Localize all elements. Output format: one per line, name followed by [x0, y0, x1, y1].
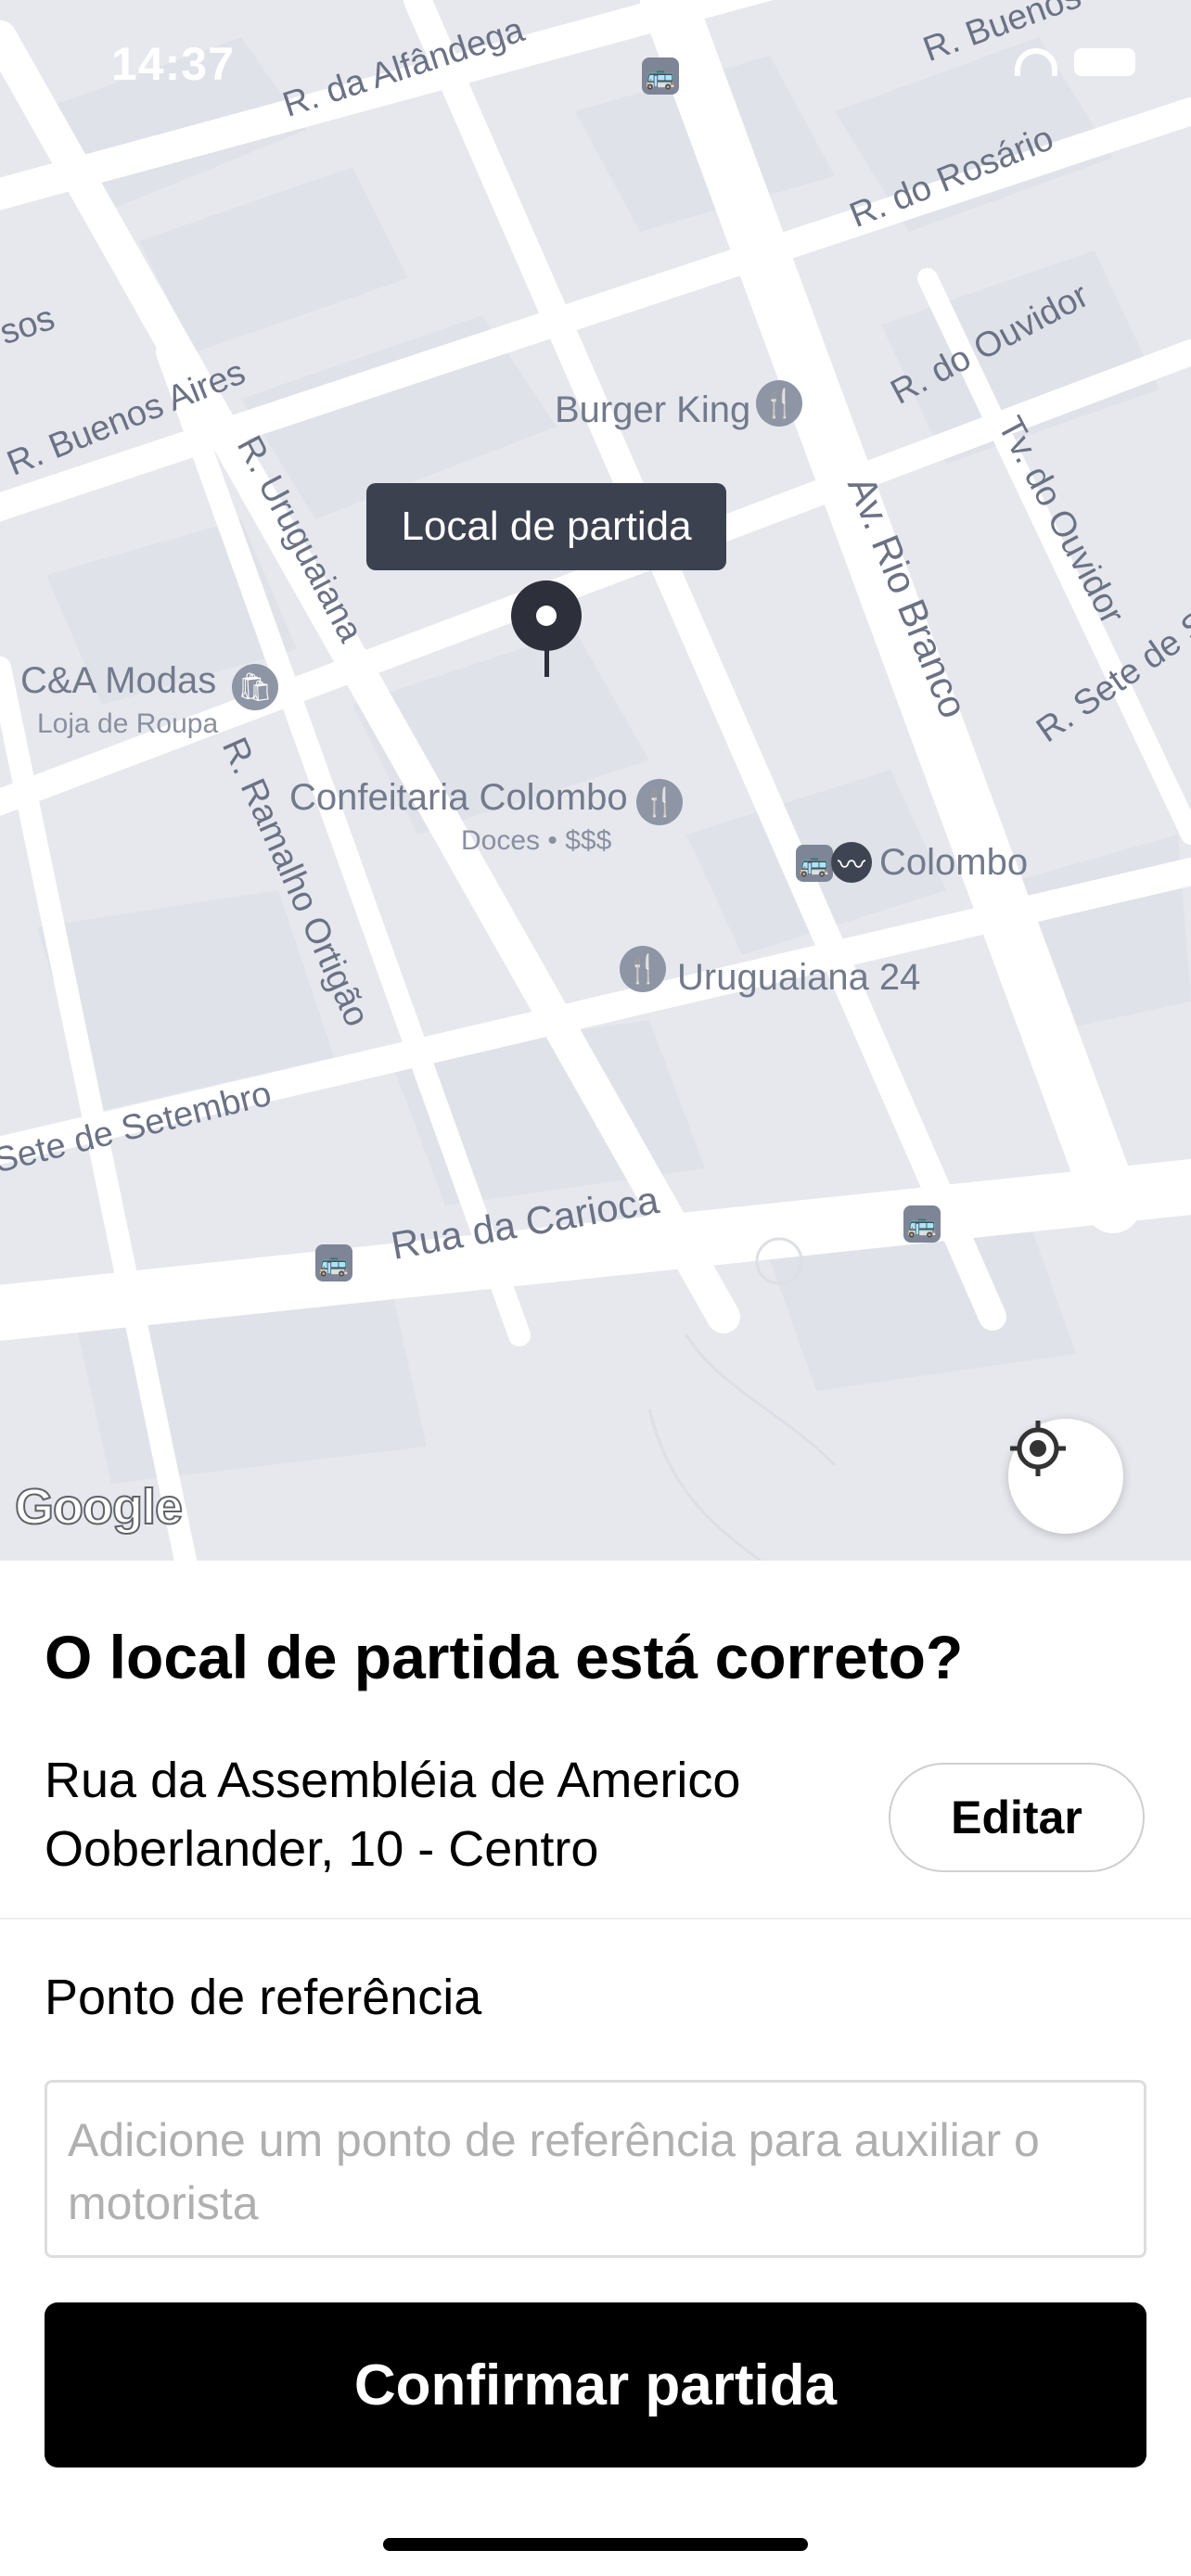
pickup-confirmation-sheet: O local de partida está correto? Rua da … [0, 1561, 1191, 2576]
wifi-icon [1015, 48, 1057, 76]
sheet-title: O local de partida está correto? [45, 1623, 964, 1691]
metro-icon[interactable]: 〰 [831, 842, 872, 883]
edit-button[interactable]: Editar [889, 1763, 1145, 1872]
shopping-bag-icon[interactable]: 🛍 [232, 664, 278, 710]
reference-input[interactable]: Adicione um ponto de referência para aux… [45, 2080, 1146, 2258]
status-time: 14:37 [111, 38, 235, 90]
poi-burger-king[interactable]: Burger King [555, 389, 750, 431]
my-location-button[interactable] [1008, 1419, 1123, 1534]
poi-confeitaria-colombo[interactable]: Confeitaria Colombo [289, 777, 628, 819]
bus-stop-icon[interactable]: 🚌 [642, 57, 679, 95]
address-line-2: Ooberlander, 10 - Centro [45, 1821, 599, 1877]
poi-confeitaria-category: Doces • $$$ [461, 825, 612, 856]
restaurant-icon[interactable]: 🍴 [636, 779, 683, 825]
pickup-pin-dot [536, 606, 557, 626]
pickup-pin-stem [544, 649, 549, 677]
crosshair-icon [1010, 1421, 1066, 1476]
restaurant-icon[interactable]: 🍴 [756, 380, 802, 427]
bus-stop-icon[interactable]: 🚌 [315, 1244, 352, 1282]
bus-stop-icon[interactable]: 🚌 [903, 1205, 941, 1243]
divider [0, 1918, 1191, 1919]
map-view[interactable]: R. da Alfândega R. Buenos R. do Rosário … [0, 0, 1191, 1561]
home-indicator[interactable] [383, 2538, 808, 2551]
status-icons [1015, 48, 1135, 76]
address-line-1: Rua da Assembléia de Americo [45, 1753, 741, 1808]
reference-label: Ponto de referência [45, 1970, 482, 2025]
poi-cea-modas-category: Loja de Roupa [37, 708, 219, 739]
confirm-pickup-button[interactable]: Confirmar partida [45, 2302, 1146, 2468]
poi-uruguaiana-24[interactable]: Uruguaiana 24 [677, 957, 920, 999]
google-logo: Google [14, 1478, 184, 1536]
poi-cea-modas[interactable]: C&A Modas [20, 660, 216, 702]
restaurant-icon[interactable]: 🍴 [620, 946, 666, 992]
bus-stop-icon[interactable]: 🚌 [796, 845, 833, 882]
pickup-tooltip: Local de partida [366, 483, 726, 570]
poi-colombo-station[interactable]: Colombo [879, 842, 1028, 884]
pickup-address: Rua da Assembléia de Americo Ooberlander… [45, 1746, 805, 1883]
battery-icon [1074, 48, 1135, 76]
